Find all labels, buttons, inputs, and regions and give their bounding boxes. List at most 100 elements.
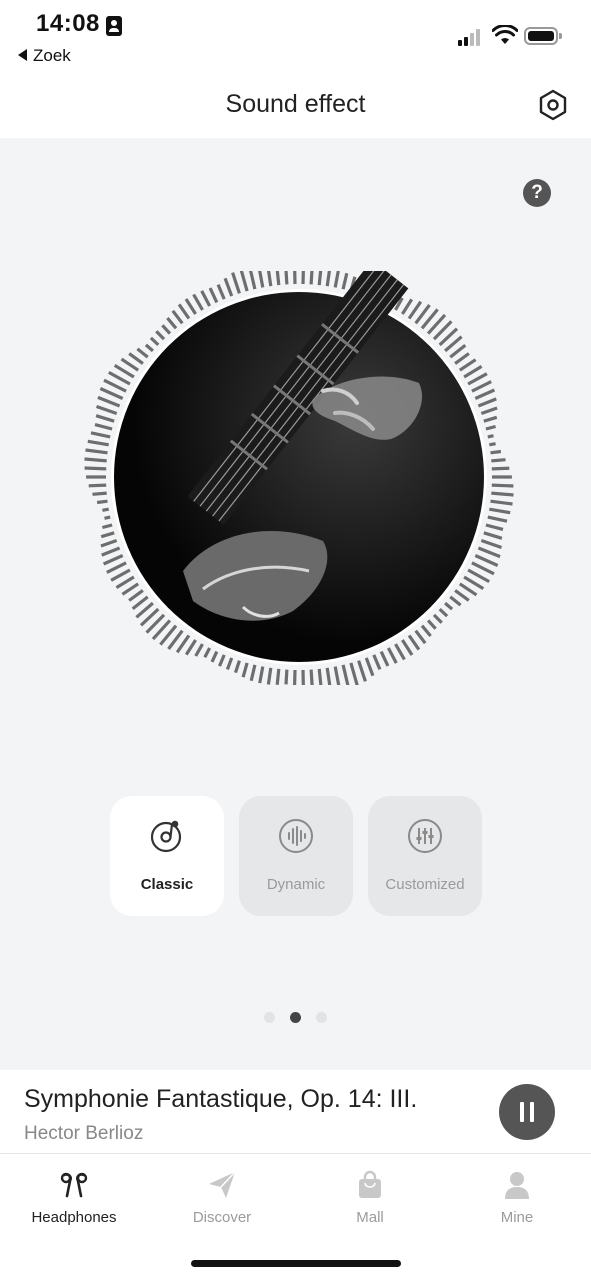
spectrum-bar [216,283,226,300]
spectrum-bar [94,423,113,431]
spectrum-bar [110,568,131,582]
spectrum-bar [467,372,488,386]
spectrum-bar [120,357,140,372]
spectrum-bar [102,554,124,566]
page-dot-active[interactable] [290,1012,301,1023]
settings-hexagon-icon[interactable] [536,88,570,122]
spectrum-bar [414,629,427,645]
mode-customized-tile[interactable]: Customized [368,796,482,916]
back-to-app-link[interactable]: Zoek [18,46,71,66]
spectrum-bar [480,538,503,550]
spectrum-bar [115,575,135,589]
status-time: 14:08 [36,10,100,37]
spectrum-bar [95,414,115,423]
spectrum-bar [364,657,375,677]
tab-discover-label: Discover [192,1209,252,1226]
spectrum-bar [192,293,204,311]
spectrum-bar [432,613,443,624]
tab-headphones-label: Headphones [31,1209,117,1226]
spectrum-bar [149,336,160,347]
spectrum-bar [210,650,219,663]
now-playing-bar[interactable]: Symphonie Fantastique, Op. 14: III. Hect… [0,1070,591,1154]
spectrum-bar [97,395,121,408]
spectrum-bar [84,466,107,471]
track-artist: Hector Berlioz [24,1123,144,1144]
spectrum-bar [203,647,212,658]
spectrum-bar [333,666,342,693]
spectrum-bar [101,546,121,557]
help-button[interactable]: ? [523,179,551,207]
spectrum-bar [284,669,289,685]
spectrum-bar [394,643,406,661]
spectrum-bar [379,650,390,667]
spectrum-bar [309,669,315,692]
spectrum-bar [463,365,483,379]
wifi-icon [492,25,518,44]
page-title: Sound effect [225,90,366,118]
spectrum-bar [449,343,467,359]
waveform-icon [279,819,313,853]
spectrum-bar [131,595,149,611]
tab-headphones[interactable]: Headphones [0,1167,148,1231]
mode-dynamic-tile[interactable]: Dynamic [239,796,353,916]
spectrum-bar [175,634,191,654]
spectrum-bar [87,439,109,447]
spectrum-bar [85,448,108,455]
spectrum-bar [171,309,184,325]
tab-mine[interactable]: Mine [443,1167,591,1231]
spectrum-bar [444,601,454,611]
spectrum-bar [265,260,273,287]
spectrum-bar [471,380,492,393]
spectrum-bar [407,634,421,651]
spectrum-bar [325,269,332,287]
spectrum-bar [100,538,118,548]
spectrum-bar [102,523,113,530]
spectrum-bar [333,270,340,288]
sound-mode-selector: Classic Dynamic Customized [110,796,482,916]
spectrum-bar [106,561,127,574]
spectrum-bar [401,639,414,656]
spectrum-bar [233,660,241,674]
spectrum-bar [325,667,333,694]
spectrum-bar [274,260,281,286]
spectrum-bar [487,434,494,439]
spectrum-bar [223,277,234,297]
spectrum-bar [256,261,265,288]
mode-classic-tile[interactable]: Classic [110,796,224,916]
spectrum-bar [239,267,249,292]
spectrum-bar [490,499,513,506]
spectrum-bar [454,352,470,365]
page-dot[interactable] [264,1012,275,1023]
spectrum-bar [317,668,324,694]
spectrum-bar [480,406,498,416]
spectrum-bar [88,483,107,488]
spectrum-bar [483,531,503,540]
spectrum-bar [241,662,249,678]
spectrum-bar [477,397,497,408]
spectrum-bar [420,624,432,638]
spectrum-bar [489,507,511,515]
spectrum-bar [485,424,496,431]
spectrum-bar [283,262,289,285]
spectrum-bar [166,316,178,330]
mode-customized-label: Customized [385,876,465,893]
cellular-signal-icon [458,28,484,46]
page-indicator [264,1012,328,1024]
pause-button[interactable] [499,1084,555,1140]
spectrum-bar [407,300,423,320]
spectrum-bar [99,387,124,400]
spectrum-bar [128,352,144,365]
spectrum-bar [454,589,470,602]
status-bar: 14:08 Zoek [0,0,591,80]
spectrum-bar [477,546,501,559]
spectrum-bar [401,298,414,315]
mode-dynamic-label: Dynamic [266,876,326,893]
tab-mall[interactable]: Mall [296,1167,444,1231]
mode-classic-label: Classic [140,876,194,893]
spectrum-bar [121,582,140,596]
tab-discover[interactable]: Discover [148,1167,296,1231]
spectrum-bar [218,654,226,667]
spectrum-bar [485,523,504,531]
page-dot[interactable] [316,1012,327,1023]
spectrum-bar [491,458,506,463]
